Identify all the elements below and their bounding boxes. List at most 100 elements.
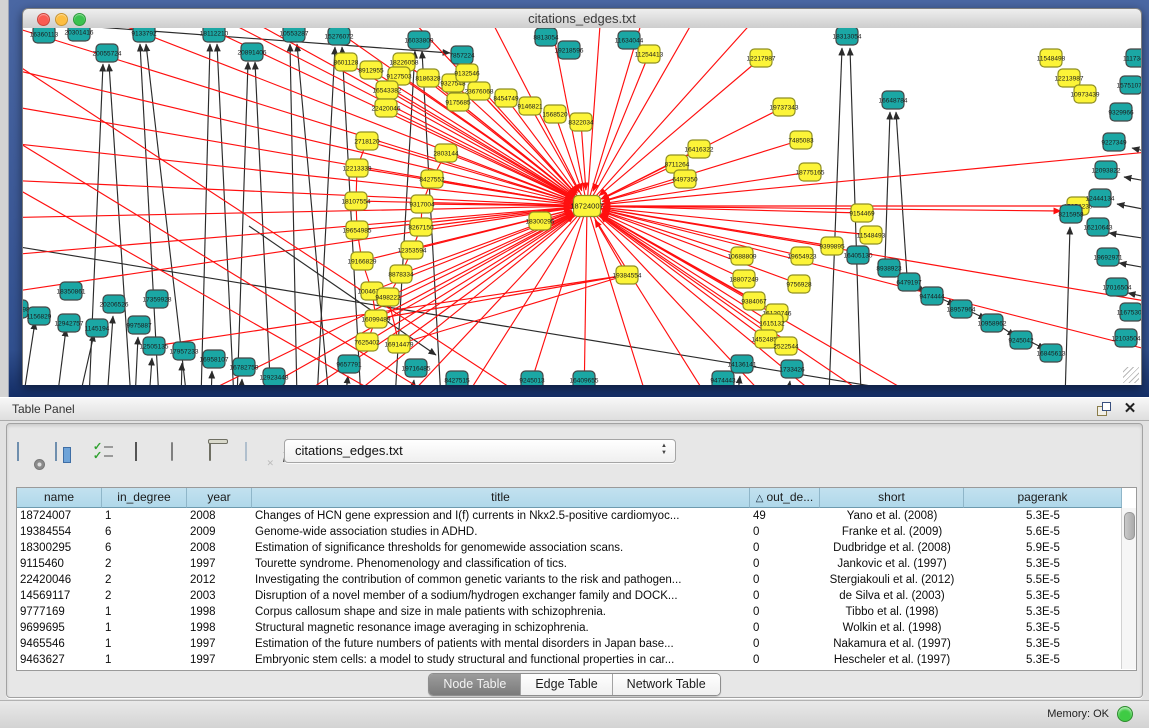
delete-column-button[interactable] — [207, 443, 233, 467]
create-column-button[interactable] — [169, 443, 195, 467]
svg-text:9133792: 9133792 — [131, 30, 157, 37]
cell-short: Franke et al. (2009) — [820, 524, 964, 540]
svg-text:9975887: 9975887 — [126, 322, 152, 329]
svg-text:19716485: 19716485 — [402, 365, 431, 372]
svg-text:12217987: 12217987 — [747, 55, 776, 62]
table-row[interactable]: 911546021997Tourette syndrome. Phenomeno… — [17, 556, 1136, 572]
table-row[interactable]: 946362711997Embryonic stem cells: a mode… — [17, 652, 1136, 668]
svg-text:12093822: 12093822 — [1092, 167, 1121, 174]
svg-text:10958962: 10958962 — [978, 320, 1007, 327]
network-window-titlebar[interactable]: citations_edges.txt — [22, 8, 1142, 29]
cell-year: 1998 — [187, 620, 252, 636]
cell-out-de-: 0 — [750, 588, 820, 604]
cell-short: Nakamura et al. (1997) — [820, 636, 964, 652]
float-panel-icon[interactable] — [1095, 401, 1113, 417]
cell-year: 2008 — [187, 508, 252, 524]
cell-in-degree: 1 — [102, 620, 187, 636]
svg-text:18350861: 18350861 — [57, 288, 86, 295]
scrollbar-thumb[interactable] — [1124, 512, 1135, 540]
svg-text:11675301: 11675301 — [1117, 309, 1141, 316]
svg-text:9175685: 9175685 — [445, 99, 471, 106]
svg-text:18313054: 18313054 — [833, 33, 862, 40]
cell-year: 1997 — [187, 556, 252, 572]
svg-text:9132546: 9132546 — [454, 70, 480, 77]
cell-in-degree: 6 — [102, 540, 187, 556]
column-header-year[interactable]: year — [187, 488, 252, 508]
window-title: citations_edges.txt — [23, 11, 1141, 26]
svg-text:1568520: 1568520 — [542, 111, 568, 118]
column-header-name[interactable]: name — [17, 488, 102, 508]
column-header-short[interactable]: short — [820, 488, 964, 508]
column-header-in-degree[interactable]: in_degree — [102, 488, 187, 508]
table-row[interactable]: 969969511998Structural magnetic resonanc… — [17, 620, 1136, 636]
table-row[interactable]: 1830029562008Estimation of significance … — [17, 540, 1136, 556]
svg-text:8938923: 8938923 — [876, 265, 902, 272]
table-selector-dropdown[interactable]: citations_edges.txt ▲▼ — [284, 439, 676, 463]
svg-text:17016504: 17016504 — [1103, 284, 1132, 291]
cell-title: Structural magnetic resonance image aver… — [252, 620, 750, 636]
svg-text:16543382: 16543382 — [373, 87, 402, 94]
column-visibility-button[interactable] — [55, 443, 81, 467]
table-row[interactable]: 946554611997Estimation of the future num… — [17, 636, 1136, 652]
cell-pagerank: 5.3E-5 — [964, 636, 1122, 652]
svg-text:18107554: 18107554 — [342, 198, 371, 205]
svg-text:8427515: 8427515 — [444, 377, 470, 384]
column-header-title[interactable]: title — [252, 488, 750, 508]
app-left-edge — [0, 0, 9, 397]
table-scrollbar[interactable] — [1121, 508, 1136, 669]
svg-text:16033809: 16033809 — [405, 37, 434, 44]
cell-out-de-: 0 — [750, 652, 820, 668]
table-row[interactable]: 2242004622012Investigating the contribut… — [17, 572, 1136, 588]
cell-name: 9463627 — [17, 652, 102, 668]
table-row[interactable]: 1456911722003Disruption of a novel membe… — [17, 588, 1136, 604]
cell-in-degree: 1 — [102, 604, 187, 620]
cell-short: Yano et al. (2008) — [820, 508, 964, 524]
column-header-out-de-[interactable]: △out_de... — [750, 488, 820, 508]
tab-edge-table[interactable]: Edge Table — [521, 674, 612, 695]
memory-ok-icon[interactable] — [1117, 706, 1133, 722]
cell-name: 18300295 — [17, 540, 102, 556]
cell-short: de Silva et al. (2003) — [820, 588, 964, 604]
resize-grip-icon[interactable] — [1123, 367, 1139, 383]
column-header-pagerank[interactable]: pagerank — [964, 488, 1122, 508]
tab-network-table[interactable]: Network Table — [613, 674, 720, 695]
svg-text:10973439: 10973439 — [1071, 91, 1100, 98]
svg-text:14136141: 14136141 — [728, 361, 757, 368]
table-mode-button[interactable] — [17, 443, 43, 467]
svg-text:20206526: 20206526 — [100, 301, 129, 308]
svg-text:19654985: 19654985 — [343, 227, 372, 234]
cell-name: 9465546 — [17, 636, 102, 652]
svg-text:19654923: 19654923 — [788, 253, 817, 260]
svg-text:12923448: 12923448 — [260, 374, 289, 381]
table-row[interactable]: 1938455462009Genome-wide association stu… — [17, 524, 1136, 540]
tab-node-table[interactable]: Node Table — [429, 674, 521, 695]
svg-text:10688809: 10688809 — [728, 253, 757, 260]
svg-text:18112210: 18112210 — [200, 30, 229, 37]
table-row[interactable]: 977716911998Corpus callosum shape and si… — [17, 604, 1136, 620]
table-row[interactable]: 1872400712008Changes of HCN gene express… — [17, 508, 1136, 524]
cytoscape-desktop: citations_edges.txt 16360113203014162005… — [8, 0, 1149, 397]
close-panel-icon[interactable]: ✕ — [1121, 401, 1139, 417]
cell-name: 22420046 — [17, 572, 102, 588]
cell-short: Hescheler et al. (1997) — [820, 652, 964, 668]
cell-in-degree: 6 — [102, 524, 187, 540]
svg-text:9329966: 9329966 — [1108, 109, 1134, 116]
panel-title: Table Panel — [12, 402, 75, 416]
cell-pagerank: 5.3E-5 — [964, 604, 1122, 620]
svg-text:8454749: 8454749 — [493, 95, 519, 102]
svg-text:12213339: 12213339 — [343, 165, 372, 172]
svg-text:8427552: 8427552 — [419, 176, 445, 183]
row-height-button[interactable] — [131, 443, 157, 467]
svg-text:9127503: 9127503 — [386, 73, 412, 80]
svg-text:18957964: 18957964 — [947, 306, 976, 313]
cell-year: 2003 — [187, 588, 252, 604]
cell-title: Corpus callosum shape and size in male p… — [252, 604, 750, 620]
cell-out-de-: 0 — [750, 556, 820, 572]
network-canvas[interactable]: 1636011320301416200557249133792181122102… — [22, 28, 1142, 385]
svg-text:2718120: 2718120 — [354, 138, 380, 145]
select-columns-button[interactable]: ✓✓ — [93, 443, 119, 467]
svg-text:19166829: 19166829 — [348, 258, 377, 265]
cell-name: 18724007 — [17, 508, 102, 524]
svg-text:11173451: 11173451 — [1123, 55, 1141, 62]
svg-text:17957233: 17957233 — [170, 348, 199, 355]
